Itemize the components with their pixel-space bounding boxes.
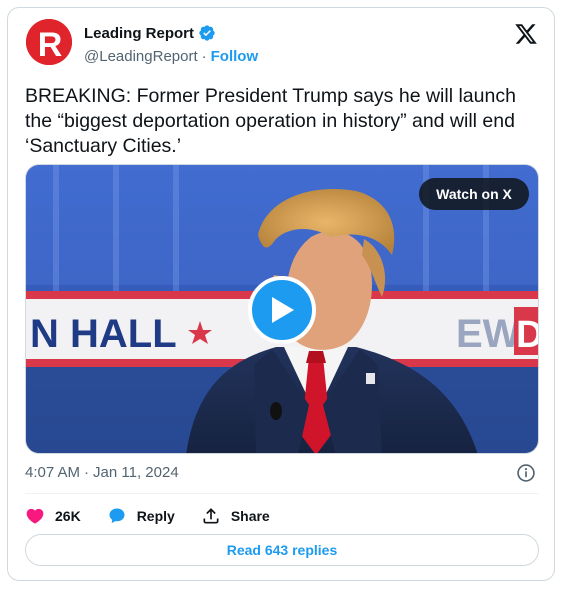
author-name-row[interactable]: Leading Report	[84, 24, 216, 42]
read-replies-button[interactable]: Read 643 replies	[25, 534, 539, 566]
avatar-brand-text: LEADING	[33, 30, 39, 53]
info-icon[interactable]	[516, 463, 536, 483]
action-bar: 26K Reply Share	[25, 504, 296, 528]
like-button[interactable]: 26K	[25, 506, 81, 526]
avatar[interactable]: R LEADING	[26, 19, 72, 65]
heart-icon	[26, 508, 44, 524]
share-upload-icon	[203, 508, 219, 524]
watch-on-x-button[interactable]: Watch on X	[419, 178, 529, 210]
follow-link[interactable]: Follow	[211, 48, 259, 65]
avatar-letter: R	[38, 26, 63, 64]
divider	[25, 493, 539, 494]
x-logo-icon[interactable]	[514, 22, 538, 46]
author-display-name[interactable]: Leading Report	[84, 25, 194, 42]
tweet-text: BREAKING: Former President Trump says he…	[25, 85, 516, 157]
play-icon	[272, 297, 294, 323]
tweet-time[interactable]: 4:07 AM	[25, 464, 80, 481]
reply-label: Reply	[136, 508, 175, 524]
backdrop-right-badge: D	[516, 314, 539, 356]
reply-button[interactable]: Reply	[107, 506, 175, 526]
tweet-embed-card: R LEADING Leading Report @LeadingReport …	[7, 7, 555, 581]
verified-badge-icon	[199, 25, 215, 41]
tweet-timestamp[interactable]: 4:07 AM · Jan 11, 2024	[25, 464, 179, 481]
play-button[interactable]	[248, 276, 316, 344]
share-label: Share	[230, 508, 270, 524]
reply-bubble-icon	[109, 508, 125, 524]
author-handle-row: @LeadingReport · Follow	[84, 48, 258, 65]
share-button[interactable]: Share	[201, 506, 270, 526]
timestamp-separator: ·	[84, 464, 90, 481]
author-handle[interactable]: @LeadingReport	[84, 48, 198, 65]
backdrop-left-text: N HALL	[30, 312, 177, 356]
tweet-date[interactable]: Jan 11, 2024	[93, 464, 179, 481]
like-count: 26K	[55, 508, 81, 524]
handle-separator: ·	[201, 48, 207, 65]
